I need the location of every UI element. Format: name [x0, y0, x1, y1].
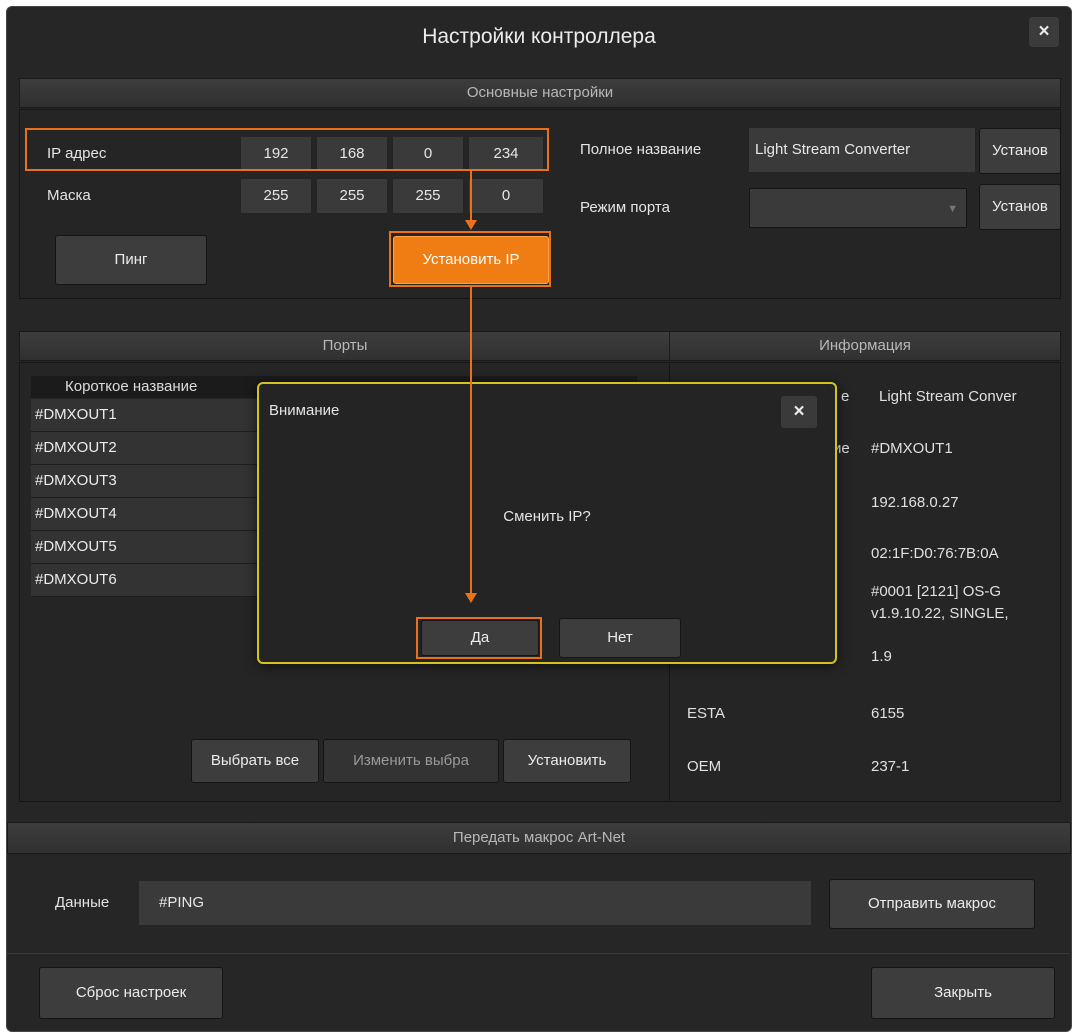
arrow-head-down — [465, 593, 477, 603]
ip-address-label: IP адрес — [47, 145, 107, 162]
mask-octet-2[interactable]: 255 — [317, 179, 387, 213]
macro-header: Передать макрос Art-Net — [7, 822, 1071, 854]
dialog-message: Сменить IP? — [503, 508, 591, 525]
arrow-line-ip-to-set — [470, 171, 472, 223]
controller-settings-window: Настройки контроллера × Основные настрой… — [6, 6, 1072, 1032]
arrow-line-set-to-yes — [470, 287, 472, 595]
info-label: e — [841, 388, 850, 405]
window-close-button[interactable]: × — [1029, 17, 1059, 47]
close-button[interactable]: Закрыть — [871, 967, 1055, 1019]
macro-data-input[interactable]: #PING — [139, 881, 811, 925]
full-name-input[interactable]: Light Stream Converter — [749, 128, 975, 172]
ip-octet-4[interactable]: 234 — [469, 137, 543, 171]
set-full-name-button[interactable]: Установ — [979, 128, 1061, 174]
port-mode-label: Режим порта — [580, 199, 670, 216]
dialog-close-button[interactable]: × — [781, 396, 817, 428]
ip-octet-2[interactable]: 168 — [317, 137, 387, 171]
ports-header: Порты — [19, 331, 671, 361]
info-label: OEM — [687, 758, 722, 775]
info-value: 02:1F:D0:76:7B:0A — [871, 545, 999, 562]
set-port-mode-button[interactable]: Установ — [979, 184, 1061, 230]
info-label: ESTA — [687, 705, 726, 722]
mask-octet-1[interactable]: 255 — [241, 179, 311, 213]
set-ip-button[interactable]: Установить IP — [393, 236, 549, 284]
mask-label: Маска — [47, 187, 91, 204]
info-header: Информация — [669, 331, 1061, 361]
info-value: Light Stream Conver — [879, 388, 1017, 405]
close-icon: × — [793, 401, 805, 422]
info-value: 192.168.0.27 — [871, 494, 959, 511]
info-value: 237-1 — [871, 758, 910, 775]
dialog-title: Внимание — [269, 402, 340, 419]
info-value: 1.9 — [871, 648, 892, 665]
info-value: #0001 [2121] OS-G — [871, 583, 1002, 600]
info-value: 6155 — [871, 705, 905, 722]
mask-octet-4[interactable]: 0 — [469, 179, 543, 213]
info-value: #DMXOUT1 — [871, 440, 953, 457]
arrow-head-down — [465, 220, 477, 230]
mask-octet-3[interactable]: 255 — [393, 179, 463, 213]
confirm-dialog: Внимание × Сменить IP? Да Нет — [257, 382, 837, 664]
ip-octet-1[interactable]: 192 — [241, 137, 311, 171]
window-title: Настройки контроллера — [422, 25, 656, 48]
dialog-no-button[interactable]: Нет — [559, 618, 681, 658]
full-name-label: Полное название — [580, 141, 702, 158]
ip-octet-3[interactable]: 0 — [393, 137, 463, 171]
chevron-down-icon: ▼ — [947, 203, 958, 215]
select-all-button[interactable]: Выбрать все — [191, 739, 319, 783]
footer-divider — [7, 953, 1069, 954]
basic-settings-header: Основные настройки — [19, 78, 1061, 108]
close-icon: × — [1038, 21, 1050, 42]
send-macro-button[interactable]: Отправить макрос — [829, 879, 1035, 929]
port-mode-select[interactable]: ▼ — [749, 188, 967, 228]
info-value: v1.9.10.22, SINGLE, — [871, 605, 1009, 622]
macro-data-label: Данные — [55, 894, 110, 911]
reset-settings-button[interactable]: Сброс настроек — [39, 967, 223, 1019]
change-selected-button[interactable]: Изменить выбра — [323, 739, 499, 783]
dialog-yes-button[interactable]: Да — [421, 620, 539, 656]
set-ports-button[interactable]: Установить — [503, 739, 631, 783]
ping-button[interactable]: Пинг — [55, 235, 207, 285]
